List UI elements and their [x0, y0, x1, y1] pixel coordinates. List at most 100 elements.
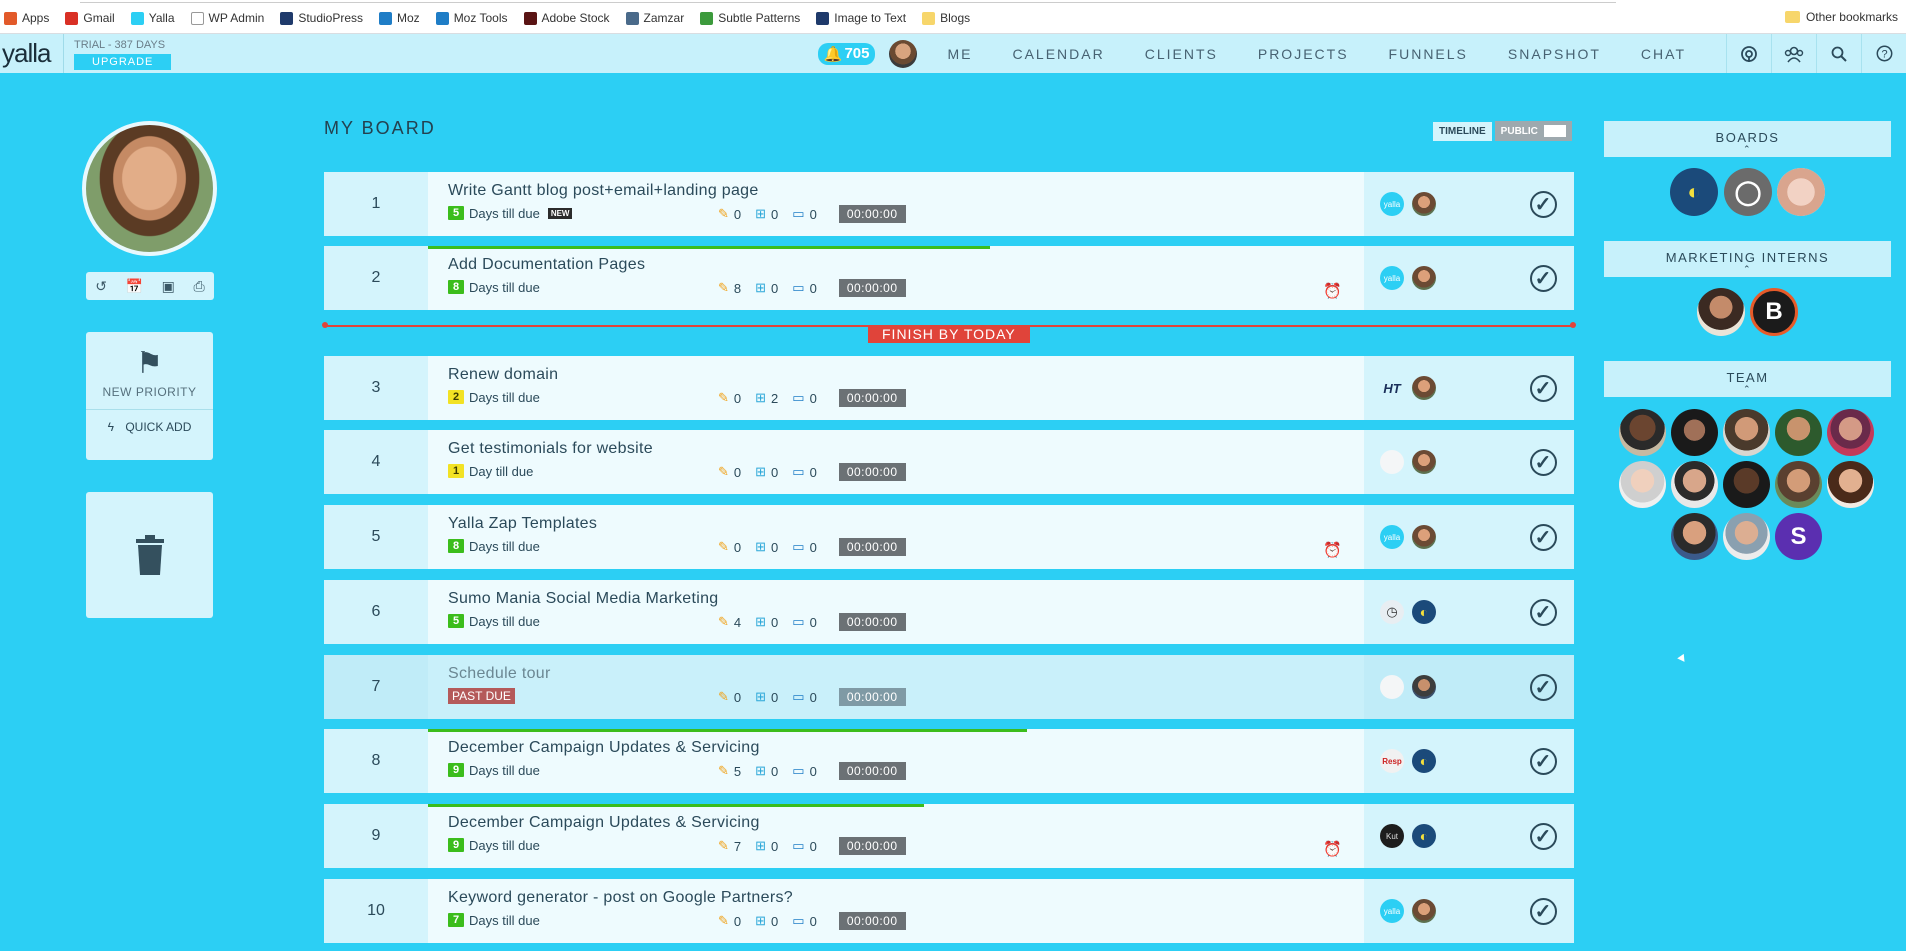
bookmark-item[interactable]: Zamzar [625, 11, 684, 25]
attachment-stat[interactable]: ⊞ 2 [755, 390, 778, 406]
pin-stat[interactable]: ✎ 7 [718, 838, 741, 854]
assignee-avatar[interactable]: Resp [1380, 749, 1404, 773]
priority-title[interactable]: Sumo Mania Social Media Marketing [448, 590, 1364, 608]
team-member-avatar[interactable] [1671, 461, 1718, 508]
calendar-clock-icon[interactable]: 📅 [126, 278, 143, 295]
intern-avatar[interactable] [1697, 288, 1745, 336]
team-member-avatar[interactable] [1723, 461, 1770, 508]
priority-number[interactable]: 5 [324, 505, 428, 569]
priority-row[interactable]: 4 Get testimonials for website 1 Day til… [324, 430, 1574, 494]
nav-link-funnels[interactable]: FUNNELS [1389, 46, 1468, 62]
comment-stat[interactable]: ▭ 0 [792, 206, 817, 222]
pin-stat[interactable]: ✎ 8 [718, 280, 741, 296]
assignee-avatar[interactable] [1412, 450, 1436, 474]
bookmark-item[interactable]: StudioPress [280, 11, 363, 25]
team-member-avatar[interactable] [1619, 409, 1666, 456]
quick-add-button[interactable]: ϟ QUICK ADD [86, 420, 213, 434]
priority-title[interactable]: Add Documentation Pages [448, 256, 1364, 274]
attachment-stat[interactable]: ⊞ 0 [755, 280, 778, 296]
print-icon[interactable]: ⎙ [193, 278, 204, 295]
board-avatar[interactable]: ◐ [1670, 168, 1718, 216]
comment-stat[interactable]: ▭ 0 [792, 838, 817, 854]
complete-button[interactable]: ✓ [1512, 729, 1574, 793]
team-member-avatar[interactable]: S [1775, 513, 1822, 560]
attachment-stat[interactable]: ⊞ 0 [755, 206, 778, 222]
comment-stat[interactable]: ▭ 0 [792, 539, 817, 555]
attachment-stat[interactable]: ⊞ 0 [755, 464, 778, 480]
timer[interactable]: 00:00:00 [838, 912, 906, 930]
bookmark-item[interactable]: Blogs [922, 11, 970, 25]
priority-card[interactable]: Sumo Mania Social Media Marketing 5 Days… [428, 580, 1364, 644]
assignee-avatar[interactable]: Kut [1380, 824, 1404, 848]
priority-row[interactable]: 8 December Campaign Updates & Servicing … [324, 729, 1574, 793]
bookmark-item[interactable]: Adobe Stock [523, 11, 610, 25]
team-header[interactable]: TEAM ⌃ [1604, 361, 1891, 397]
priority-card[interactable]: December Campaign Updates & Servicing 9 … [428, 804, 1364, 868]
timer[interactable]: 00:00:00 [838, 688, 906, 706]
priority-number[interactable]: 7 [324, 655, 428, 719]
attachment-stat[interactable]: ⊞ 0 [755, 913, 778, 929]
collapse-caret-icon[interactable]: ⌃ [1604, 385, 1891, 394]
archive-icon[interactable]: ▣ [162, 278, 175, 295]
priority-title[interactable]: Get testimonials for website [448, 440, 1364, 458]
comment-stat[interactable]: ▭ 0 [792, 913, 817, 929]
bookmark-item[interactable]: Yalla [130, 11, 175, 25]
timeline-toggle[interactable]: TIMELINE [1433, 121, 1492, 141]
priority-card[interactable]: Add Documentation Pages 8 Days till due … [428, 246, 1364, 310]
timer[interactable]: 00:00:00 [838, 613, 906, 631]
pin-stat[interactable]: ✎ 0 [718, 913, 741, 929]
priority-title[interactable]: Yalla Zap Templates [448, 515, 1364, 533]
public-toggle[interactable]: PUBLIC [1494, 121, 1572, 141]
attachment-stat[interactable]: ⊞ 0 [755, 614, 778, 630]
assignee-avatar[interactable] [1380, 675, 1404, 699]
assignee-avatar[interactable] [1412, 192, 1436, 216]
overdue-calendar-icon[interactable]: ⏰ [1323, 840, 1342, 858]
priority-row[interactable]: 7 Schedule tour PAST DUE ✎ 0 ⊞ 0 ▭ 0 00:00:… [324, 655, 1574, 719]
complete-button[interactable]: ✓ [1512, 804, 1574, 868]
priority-title[interactable]: December Campaign Updates & Servicing [448, 814, 1364, 832]
yalla-logo[interactable]: yalla [0, 34, 64, 73]
comment-stat[interactable]: ▭ 0 [792, 280, 817, 296]
search-icon[interactable] [1816, 34, 1861, 73]
toggle-switch[interactable] [1543, 125, 1566, 137]
attachment-stat[interactable]: ⊞ 0 [755, 838, 778, 854]
team-member-avatar[interactable] [1827, 461, 1874, 508]
timer[interactable]: 00:00:00 [838, 538, 906, 556]
upgrade-button[interactable]: UPGRADE [74, 53, 172, 70]
user-avatar[interactable] [889, 39, 918, 68]
new-priority-panel[interactable]: ⚑ NEW PRIORITY ϟ QUICK ADD [86, 332, 213, 460]
assignee-avatar[interactable] [1412, 525, 1436, 549]
help-icon[interactable]: ? [1861, 34, 1906, 73]
priority-row[interactable]: 9 December Campaign Updates & Servicing … [324, 804, 1574, 868]
board-avatar[interactable] [1777, 168, 1825, 216]
nav-link-calendar[interactable]: CALENDAR [1012, 46, 1104, 62]
team-member-avatar[interactable] [1723, 409, 1770, 456]
priority-number[interactable]: 9 [324, 804, 428, 868]
bookmark-item[interactable]: Image to Text [816, 11, 906, 25]
comment-stat[interactable]: ▭ 0 [792, 763, 817, 779]
nav-link-me[interactable]: ME [947, 46, 972, 62]
boards-header[interactable]: BOARDS ⌃ [1604, 121, 1891, 157]
assignee-avatar[interactable]: yalla [1380, 899, 1404, 923]
assignee-avatar[interactable]: ◐ [1412, 600, 1436, 624]
comment-stat[interactable]: ▭ 0 [792, 614, 817, 630]
priority-card[interactable]: Write Gantt blog post+email+landing page… [428, 172, 1364, 236]
priority-number[interactable]: 4 [324, 430, 428, 494]
priority-title[interactable]: Renew domain [448, 366, 1364, 384]
pin-stat[interactable]: ✎ 0 [718, 390, 741, 406]
assignee-avatar[interactable]: ◐ [1412, 824, 1436, 848]
collapse-caret-icon[interactable]: ⌃ [1604, 265, 1891, 274]
intern-avatar[interactable]: B [1750, 288, 1798, 336]
pin-stat[interactable]: ✎ 0 [718, 206, 741, 222]
priority-row[interactable]: 10 Keyword generator - post on Google Pa… [324, 879, 1574, 943]
team-member-avatar[interactable] [1775, 461, 1822, 508]
pin-stat[interactable]: ✎ 5 [718, 763, 741, 779]
priority-card[interactable]: Get testimonials for website 1 Day till … [428, 430, 1364, 494]
timer[interactable]: 00:00:00 [838, 205, 906, 223]
assignee-avatar[interactable] [1380, 450, 1404, 474]
bookmark-item[interactable]: Moz [379, 11, 420, 25]
collapse-caret-icon[interactable]: ⌃ [1604, 145, 1891, 154]
priority-card[interactable]: December Campaign Updates & Servicing 9 … [428, 729, 1364, 793]
marketing-interns-header[interactable]: MARKETING INTERNS ⌃ [1604, 241, 1891, 277]
assignee-avatar[interactable]: ◐ [1412, 749, 1436, 773]
